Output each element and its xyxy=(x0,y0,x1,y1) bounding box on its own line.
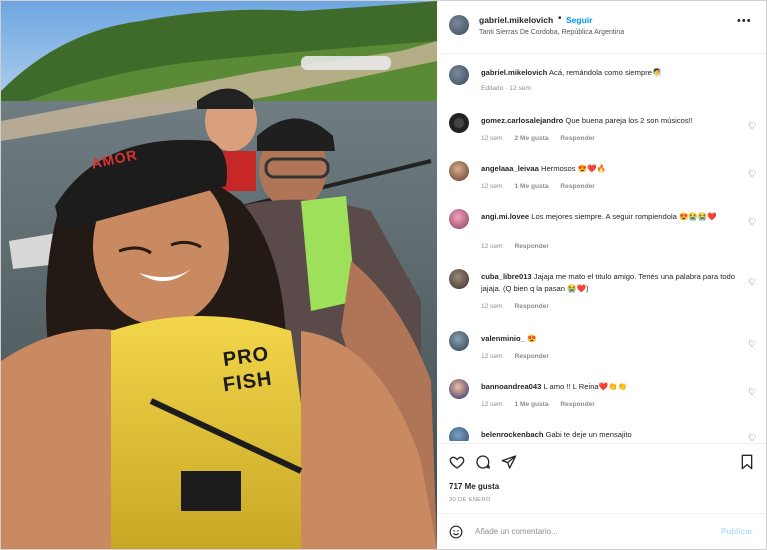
comment-text: angelaaa_leivaa Hermosos 😍❤️🔥 xyxy=(481,163,741,175)
comment-composer: Añade un comentario... Publicar xyxy=(437,513,766,549)
bookmark-icon[interactable] xyxy=(740,454,754,470)
comment-text: belenrockenbach Gabi te deje un mensajit… xyxy=(481,429,741,441)
instagram-post-window: AMOR PRO FISH gabriel.mikelovich • Segui… xyxy=(0,0,767,550)
comment-likes[interactable]: 1 Me gusta xyxy=(514,401,548,408)
list-item: belenrockenbach Gabi te deje un mensajit… xyxy=(437,425,766,441)
publish-button[interactable]: Publicar xyxy=(721,527,753,536)
comment-body: Gabi te deje un mensajito xyxy=(545,430,632,439)
comment-username[interactable]: cuba_libre013 xyxy=(481,272,532,281)
avatar[interactable] xyxy=(449,65,469,85)
comment-icon[interactable] xyxy=(475,454,491,470)
post-side-panel: gabriel.mikelovich • Seguir Tanti Sierra… xyxy=(437,1,766,549)
action-bar: 717 Me gusta 30 DE ENERO xyxy=(437,443,766,514)
comment-meta: 12 sem 1 Me gusta Responder xyxy=(481,183,605,190)
more-options-icon[interactable]: ••• xyxy=(737,15,752,27)
reply-button[interactable]: Responder xyxy=(560,183,594,190)
avatar[interactable] xyxy=(449,379,469,399)
comment-meta: 12 sem Responder xyxy=(481,303,559,310)
comment-username[interactable]: angi.mi.lovee xyxy=(481,212,529,221)
comment-meta: 12 sem Responder xyxy=(481,353,559,360)
emoji-icon[interactable] xyxy=(449,525,463,539)
list-item: cuba_libre013 Jajaja me mato el titulo a… xyxy=(437,267,766,321)
comment-text: cuba_libre013 Jajaja me mato el titulo a… xyxy=(481,271,741,295)
caption-username[interactable]: gabriel.mikelovich xyxy=(481,68,547,77)
comment-likes[interactable]: 2 Me gusta xyxy=(514,135,548,142)
comment-time[interactable]: 12 sem xyxy=(481,135,503,142)
reply-button[interactable]: Responder xyxy=(514,353,548,360)
avatar[interactable] xyxy=(449,161,469,181)
comment-time[interactable]: 12 sem xyxy=(481,303,503,310)
heart-icon[interactable]: ♡ xyxy=(748,277,756,288)
comment-text: gomez.carlosalejandro Que buena pareja l… xyxy=(481,115,741,127)
avatar[interactable] xyxy=(449,15,469,35)
comment-username[interactable]: gomez.carlosalejandro xyxy=(481,116,563,125)
location-link[interactable]: Tanti Sierras De Cordoba, República Arge… xyxy=(479,29,624,36)
caption-text: gabriel.mikelovich Acá, remándola como s… xyxy=(481,67,741,79)
reply-button[interactable]: Responder xyxy=(514,303,548,310)
comment-text: bannoandrea043 L amo !! L Reina❤️👏👏 xyxy=(481,381,741,393)
avatar[interactable] xyxy=(449,331,469,351)
list-item: gomez.carlosalejandro Que buena pareja l… xyxy=(437,111,766,151)
reply-button[interactable]: Responder xyxy=(560,135,594,142)
comment-username[interactable]: angelaaa_leivaa xyxy=(481,164,539,173)
comment-username[interactable]: belenrockenbach xyxy=(481,430,543,439)
heart-icon[interactable]: ♡ xyxy=(748,433,756,441)
list-item: angelaaa_leivaa Hermosos 😍❤️🔥 12 sem 1 M… xyxy=(437,159,766,199)
comment-body: Que buena pareja los 2 son músicos!! xyxy=(565,116,693,125)
heart-icon[interactable]: ♡ xyxy=(748,339,756,350)
post-date[interactable]: 30 DE ENERO xyxy=(449,497,491,503)
like-heart-icon[interactable] xyxy=(449,454,465,470)
avatar[interactable] xyxy=(449,113,469,133)
reply-button[interactable]: Responder xyxy=(560,401,594,408)
list-item: valenminio_ 😍 12 sem Responder ♡ xyxy=(437,329,766,369)
comment-username[interactable]: bannoandrea043 xyxy=(481,382,541,391)
comment-time[interactable]: 12 sem xyxy=(481,183,503,190)
list-item: bannoandrea043 L amo !! L Reina❤️👏👏 12 s… xyxy=(437,377,766,417)
comment-body: 😍 xyxy=(527,334,537,343)
comment-body: L amo !! L Reina❤️👏👏 xyxy=(543,382,628,391)
list-item: angi.mi.lovee Los mejores siempre. A seg… xyxy=(437,207,766,261)
header-username[interactable]: gabriel.mikelovich xyxy=(479,15,553,25)
comment-body: Hermosos 😍❤️🔥 xyxy=(540,164,607,173)
comment-likes[interactable]: 1 Me gusta xyxy=(514,183,548,190)
follow-button[interactable]: Seguir xyxy=(566,15,592,25)
likes-count[interactable]: 717 Me gusta xyxy=(449,482,499,491)
photo-illustration xyxy=(1,1,437,549)
heart-icon[interactable]: ♡ xyxy=(748,121,756,132)
caption-body: Acá, remándola como siempre🧖 xyxy=(548,68,662,77)
comment-time[interactable]: 12 sem xyxy=(481,401,503,408)
heart-icon[interactable]: ♡ xyxy=(748,169,756,180)
comment-time[interactable]: 12 sem xyxy=(481,243,503,250)
comment-text: angi.mi.lovee Los mejores siempre. A seg… xyxy=(481,211,741,223)
comment-body: Los mejores siempre. A seguir rompiendol… xyxy=(531,212,717,221)
comment-username[interactable]: valenminio_ xyxy=(481,334,525,343)
post-photo[interactable]: AMOR PRO FISH xyxy=(1,1,437,549)
avatar[interactable] xyxy=(449,427,469,441)
comments-list[interactable]: gabriel.mikelovich Acá, remándola como s… xyxy=(437,53,766,441)
caption-meta: Editado · 12 sem xyxy=(481,85,531,92)
reply-button[interactable]: Responder xyxy=(514,243,548,250)
post-header: gabriel.mikelovich • Seguir Tanti Sierra… xyxy=(437,1,766,54)
comment-meta: 12 sem 1 Me gusta Responder xyxy=(481,401,605,408)
comment-time[interactable]: 12 sem xyxy=(481,353,503,360)
comment-meta: 12 sem 2 Me gusta Responder xyxy=(481,135,605,142)
comment-meta: 12 sem Responder xyxy=(481,243,559,250)
comment-input[interactable]: Añade un comentario... xyxy=(475,527,558,536)
share-icon[interactable] xyxy=(501,454,517,470)
comment-text: valenminio_ 😍 xyxy=(481,333,741,345)
avatar[interactable] xyxy=(449,269,469,289)
caption-item: gabriel.mikelovich Acá, remándola como s… xyxy=(437,63,766,103)
avatar[interactable] xyxy=(449,209,469,229)
header-separator: • xyxy=(558,13,562,24)
heart-icon[interactable]: ♡ xyxy=(748,387,756,398)
heart-icon[interactable]: ♡ xyxy=(748,217,756,228)
